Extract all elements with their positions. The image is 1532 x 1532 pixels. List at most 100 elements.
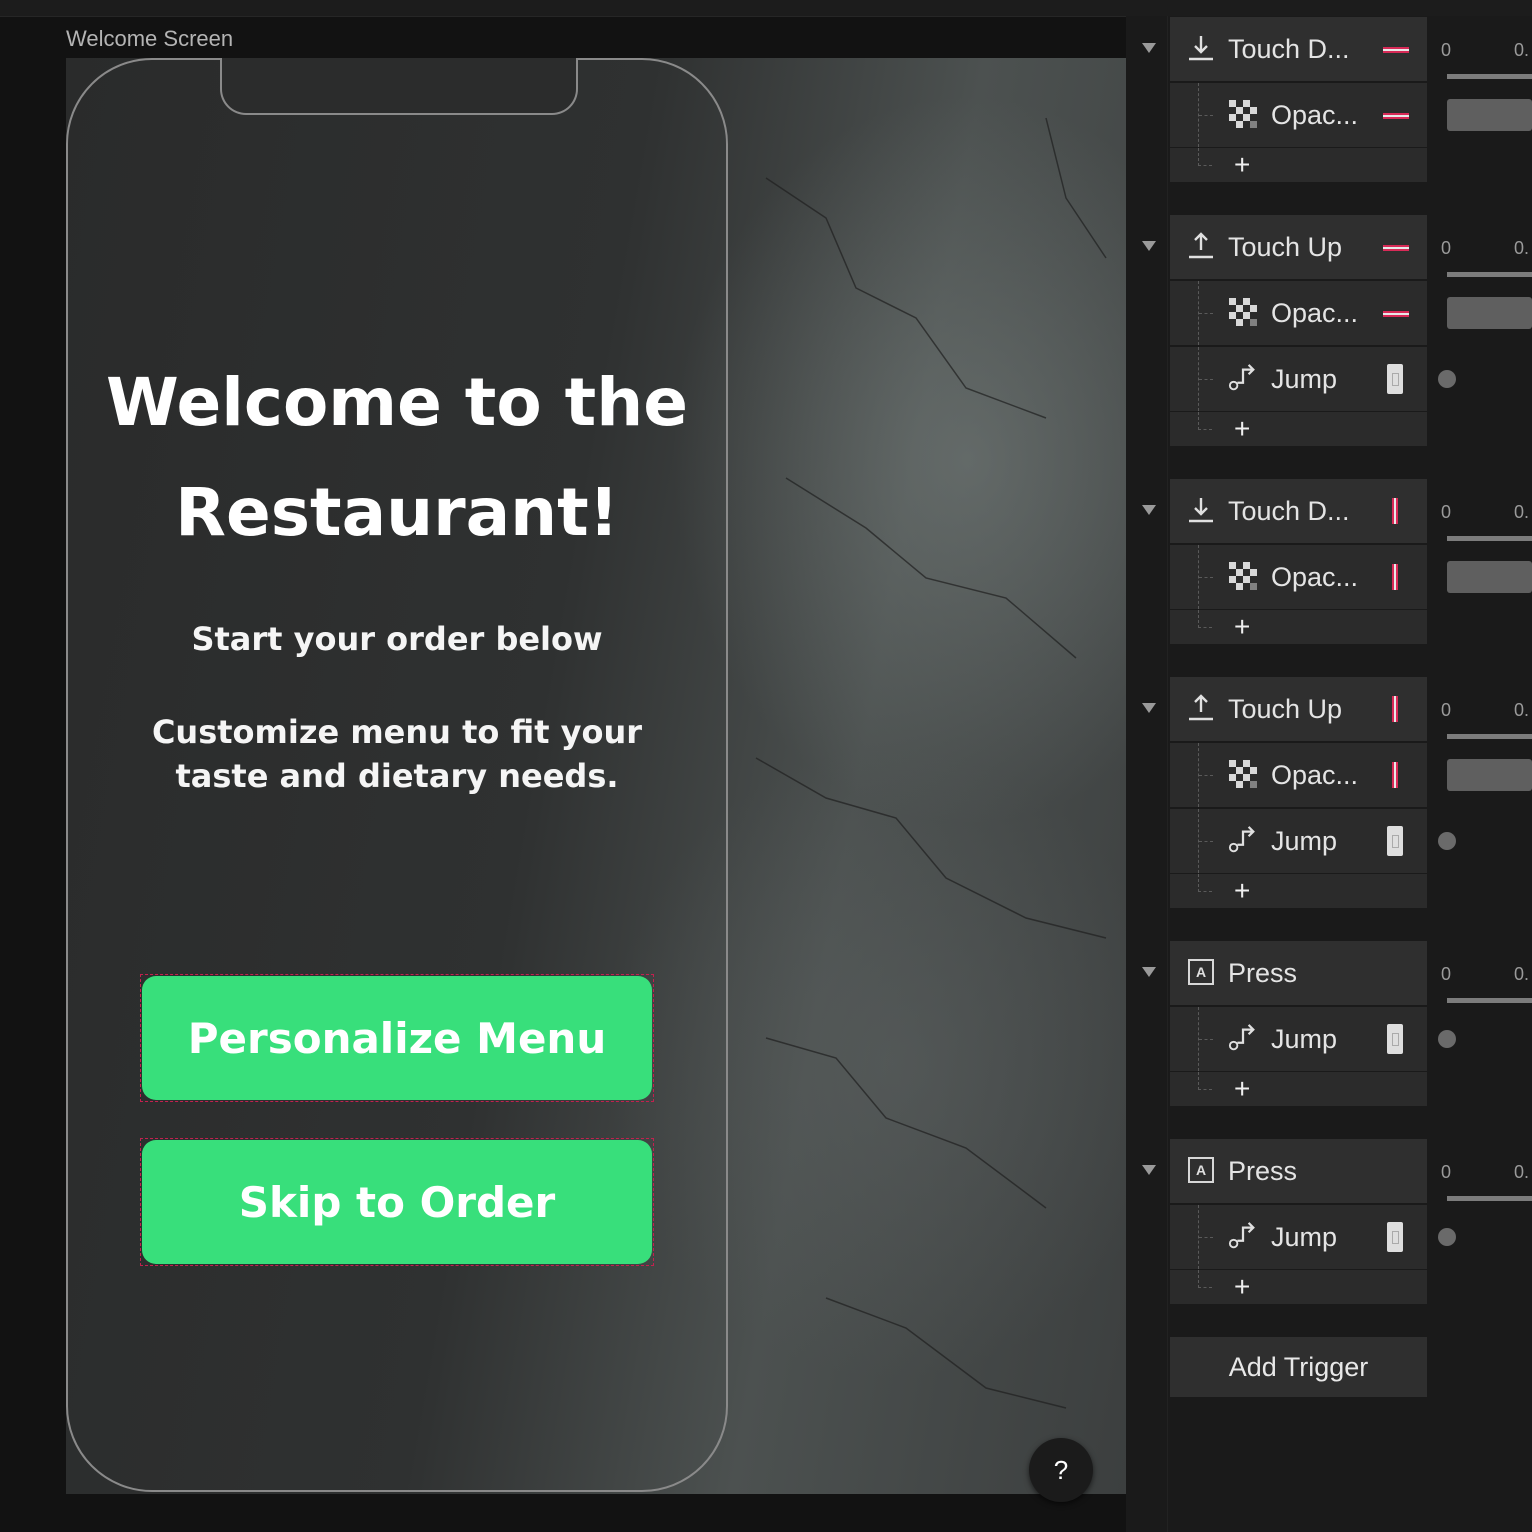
timeline-start-label: 0 <box>1441 964 1452 984</box>
tree-connector <box>1198 281 1213 345</box>
plus-icon: + <box>1234 875 1251 906</box>
timeline-start-label: 0 <box>1441 238 1452 258</box>
trigger-label: Touch D... <box>1228 34 1350 64</box>
skip-to-order-button[interactable]: Skip to Order <box>142 1140 652 1264</box>
add-action-button[interactable]: + <box>1170 874 1427 908</box>
collapse-arrow-icon[interactable] <box>1142 43 1156 53</box>
trigger-row[interactable]: Touch Up <box>1170 677 1427 741</box>
opacity-icon <box>1228 99 1258 129</box>
help-button[interactable]: ? <box>1029 1438 1093 1502</box>
trigger-label: Press <box>1228 1156 1298 1186</box>
timeline-start-label: 0 <box>1441 700 1452 720</box>
timeline-next-label: 0. <box>1514 502 1530 522</box>
tree-connector <box>1198 743 1213 807</box>
add-action-button[interactable]: + <box>1170 412 1427 446</box>
action-row[interactable]: Opac... <box>1170 83 1427 147</box>
action-row[interactable]: Opac... <box>1170 545 1427 609</box>
state-indicator-icon <box>1383 311 1409 317</box>
timeline-bar[interactable] <box>1447 561 1532 593</box>
collapse-arrow-icon[interactable] <box>1142 967 1156 977</box>
tree-connector <box>1198 610 1212 628</box>
timeline-ticks <box>1447 995 1532 1003</box>
collapse-arrow-icon[interactable] <box>1142 1165 1156 1175</box>
tree-connector <box>1198 1205 1213 1269</box>
action-row[interactable]: Opac... <box>1170 281 1427 345</box>
action-label: Jump <box>1271 364 1338 394</box>
timeline-ticks <box>1447 1193 1532 1201</box>
timeline-ticks <box>1447 533 1532 541</box>
jump-icon <box>1228 1023 1258 1053</box>
press-icon: A <box>1186 957 1216 987</box>
timeline-bar[interactable] <box>1447 99 1532 131</box>
state-indicator-icon <box>1392 762 1398 788</box>
tree-connector <box>1198 545 1213 609</box>
collapse-arrow-icon[interactable] <box>1142 505 1156 515</box>
press-icon: A <box>1186 1155 1216 1185</box>
timeline-dot[interactable] <box>1438 370 1456 388</box>
jump-icon <box>1228 363 1258 393</box>
timeline-dot[interactable] <box>1438 1228 1456 1246</box>
timeline-dot[interactable] <box>1438 1030 1456 1048</box>
subtitle: Start your order below <box>191 620 603 658</box>
welcome-heading-line2: Restaurant! <box>175 474 619 551</box>
trigger-label: Touch D... <box>1228 496 1350 526</box>
plus-icon: + <box>1234 1271 1251 1302</box>
action-row[interactable]: Jump <box>1170 809 1427 873</box>
timeline-next-label: 0. <box>1514 1162 1530 1182</box>
tree-connector <box>1198 347 1213 411</box>
add-action-button[interactable]: + <box>1170 610 1427 644</box>
add-trigger-button[interactable]: Add Trigger <box>1170 1337 1427 1397</box>
plus-icon: + <box>1234 149 1251 180</box>
welcome-heading: Welcome to the Restaurant! <box>106 348 688 568</box>
action-label: Opac... <box>1271 760 1359 790</box>
timeline-ticks <box>1447 731 1532 739</box>
trigger-row[interactable]: Touch Up <box>1170 215 1427 279</box>
plus-icon: + <box>1234 413 1251 444</box>
jump-target-icon <box>1387 826 1403 856</box>
tree-connector <box>1198 1072 1212 1090</box>
collapse-arrow-icon[interactable] <box>1142 241 1156 251</box>
screen-title[interactable]: Welcome Screen <box>66 26 233 52</box>
timeline-bar[interactable] <box>1447 759 1532 791</box>
action-label: Opac... <box>1271 562 1359 592</box>
tree-connector <box>1198 874 1212 892</box>
collapse-arrow-icon[interactable] <box>1142 703 1156 713</box>
panel-divider <box>1167 16 1168 1532</box>
skip-to-order-selection: Skip to Order <box>140 1138 654 1266</box>
state-indicator-icon <box>1383 113 1409 119</box>
add-action-button[interactable]: + <box>1170 1072 1427 1106</box>
opacity-icon <box>1228 759 1258 789</box>
trigger-row[interactable]: Touch D... <box>1170 479 1427 543</box>
action-row[interactable]: Jump <box>1170 347 1427 411</box>
trigger-row[interactable]: Touch D... <box>1170 17 1427 81</box>
plus-icon: + <box>1234 611 1251 642</box>
timeline-dot[interactable] <box>1438 832 1456 850</box>
action-label: Jump <box>1271 1024 1338 1054</box>
action-label: Jump <box>1271 826 1338 856</box>
welcome-heading-line1: Welcome to the <box>106 364 688 441</box>
timeline-start-label: 0 <box>1441 1162 1452 1182</box>
action-row[interactable]: Jump <box>1170 1007 1427 1071</box>
timeline-next-label: 0. <box>1514 964 1530 984</box>
jump-icon <box>1228 1221 1258 1251</box>
state-indicator-icon <box>1392 696 1398 722</box>
personalize-menu-selection: Personalize Menu <box>140 974 654 1102</box>
top-bar <box>0 0 1532 17</box>
state-indicator-icon <box>1383 245 1409 251</box>
trigger-row[interactable]: A Press <box>1170 941 1427 1005</box>
timeline-next-label: 0. <box>1514 238 1530 258</box>
trigger-row[interactable]: A Press <box>1170 1139 1427 1203</box>
timeline-bar[interactable] <box>1447 297 1532 329</box>
timeline-next-label: 0. <box>1514 700 1530 720</box>
tree-connector <box>1198 148 1212 166</box>
action-row[interactable]: Jump <box>1170 1205 1427 1269</box>
personalize-menu-button[interactable]: Personalize Menu <box>142 976 652 1100</box>
add-action-button[interactable]: + <box>1170 148 1427 182</box>
action-row[interactable]: Opac... <box>1170 743 1427 807</box>
timeline-ticks <box>1447 269 1532 277</box>
jump-target-icon <box>1387 1222 1403 1252</box>
add-action-button[interactable]: + <box>1170 1270 1427 1304</box>
touch-down-icon <box>1186 495 1216 525</box>
state-indicator-icon <box>1392 498 1398 524</box>
screen-canvas[interactable]: Welcome to the Restaurant! Start your or… <box>66 58 1126 1494</box>
